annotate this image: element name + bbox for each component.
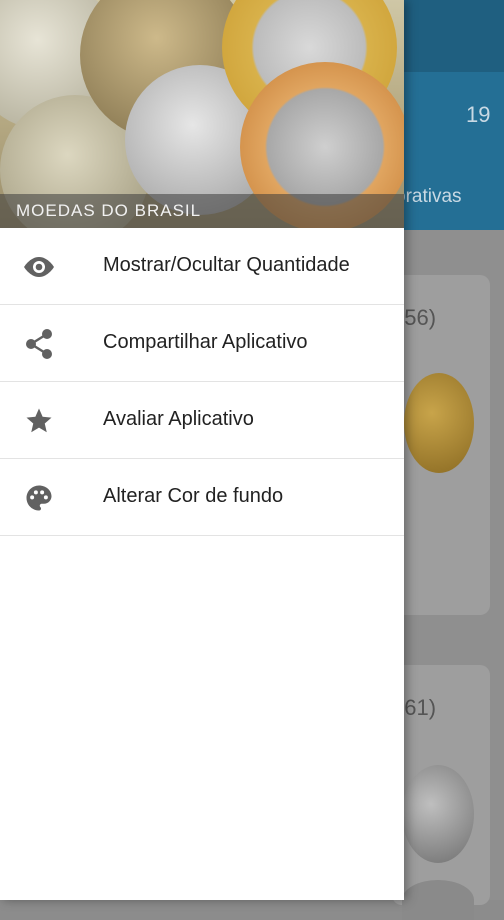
navigation-drawer: MOEDAS DO BRASIL Mostrar/Ocultar Quantid… (0, 0, 404, 900)
coin-card[interactable]: 856) (392, 275, 490, 615)
palette-icon (22, 481, 56, 515)
menu-item-toggle-quantity[interactable]: Mostrar/Ocultar Quantidade (0, 228, 404, 305)
menu-item-label: Compartilhar Aplicativo (103, 331, 308, 353)
tab-comemorativas[interactable]: orativas (395, 186, 462, 208)
eye-icon (22, 250, 56, 284)
coin-image (402, 880, 474, 920)
menu-item-label: Alterar Cor de fundo (103, 485, 284, 507)
coin-card[interactable]: 961) (392, 665, 490, 920)
menu-item-share-app[interactable]: Compartilhar Aplicativo (0, 305, 404, 382)
share-icon (22, 327, 56, 361)
menu-item-change-background-color[interactable]: Alterar Cor de fundo (0, 459, 404, 536)
drawer-title: MOEDAS DO BRASIL (16, 201, 202, 220)
drawer-menu: Mostrar/Ocultar Quantidade Compartilhar … (0, 228, 404, 536)
star-icon (22, 404, 56, 438)
menu-item-label: Mostrar/Ocultar Quantidade (103, 254, 350, 276)
tab-year[interactable]: 19 (466, 102, 490, 128)
menu-item-label: Avaliar Aplicativo (103, 408, 254, 430)
coin-image (402, 765, 474, 863)
menu-item-rate-app[interactable]: Avaliar Aplicativo (0, 382, 404, 459)
coin-image (404, 373, 474, 473)
drawer-header-image: MOEDAS DO BRASIL (0, 0, 404, 228)
